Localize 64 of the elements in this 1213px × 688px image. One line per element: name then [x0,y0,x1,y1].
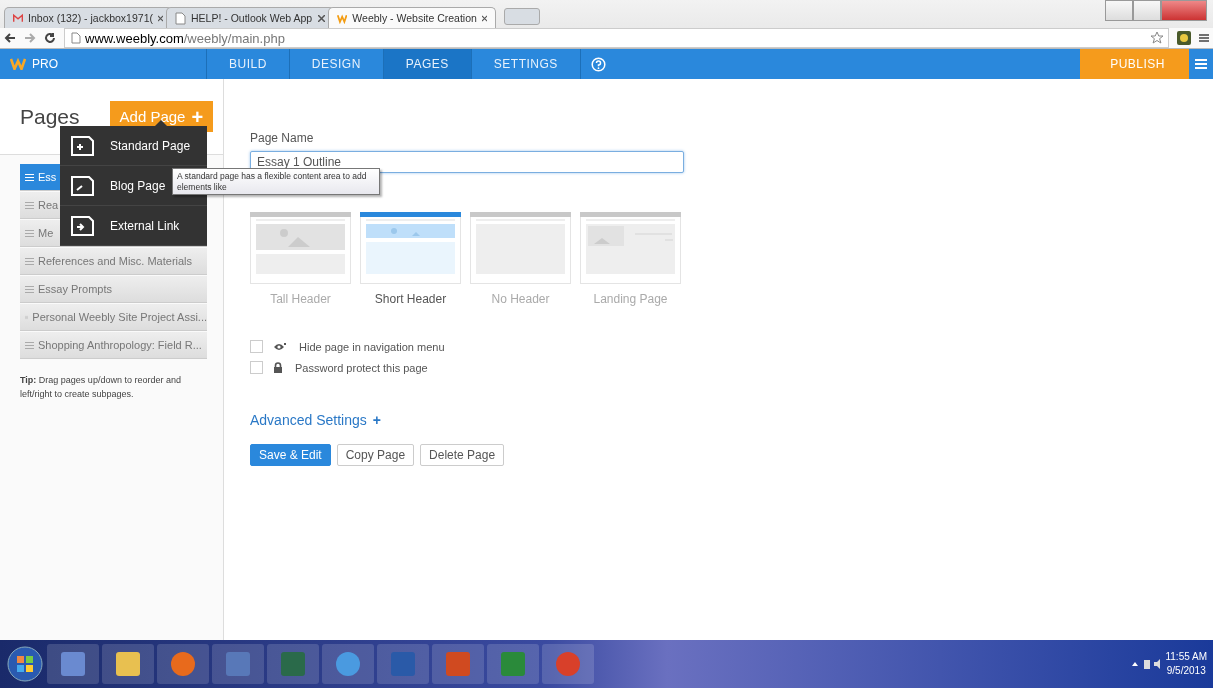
save-edit-button[interactable]: Save & Edit [250,444,331,466]
standard-page-icon [70,134,96,157]
w-logo-icon[interactable] [10,58,26,70]
layout-thumbnail[interactable] [580,212,681,284]
close-icon[interactable] [481,14,487,22]
url-text: www.weebly.com/weebly/main.php [85,30,285,46]
tray-icon[interactable] [1132,658,1163,670]
eye-icon [273,341,287,352]
layout-label: Landing Page [593,292,668,306]
layout-thumbnail[interactable] [360,212,461,284]
close-icon[interactable] [318,14,325,22]
menu-icon[interactable] [1199,33,1209,43]
sidebar-title: Pages [20,104,80,129]
minimize-button[interactable] [1105,0,1133,21]
address-bar[interactable]: www.weebly.com/weebly/main.php [64,28,1169,48]
clock-date: 9/5/2013 [1165,664,1207,678]
checkbox[interactable] [250,340,263,353]
plan-label: PRO [32,57,58,71]
app-icon[interactable] [60,651,86,677]
page-action-button[interactable]: Delete Page [420,444,505,466]
app-icon[interactable] [335,651,361,677]
maximize-button[interactable] [1133,0,1161,21]
field-label: Page Name [250,131,315,145]
blog-page-icon [70,174,96,197]
menu-item[interactable]: External Link [60,206,207,246]
layout-thumbnail[interactable] [250,212,351,284]
help-icon[interactable] [590,56,606,72]
link-page-icon [70,214,96,237]
layout-label: No Header [491,292,550,306]
close-icon[interactable] [157,14,163,22]
layout-label: Tall Header [270,292,331,306]
start-button[interactable] [6,645,44,683]
page-name-field[interactable]: Essay 1 Outline [250,151,684,173]
page-item[interactable]: Shopping Anthropology: Field R... [20,332,207,359]
option-label: Password protect this page [295,361,428,374]
w-logo-icon [337,12,348,24]
checkbox[interactable] [250,361,263,374]
menu-item[interactable]: Standard Page [60,126,207,166]
nav-tab[interactable]: PAGES [382,49,471,79]
app-icon[interactable] [170,651,196,677]
close-button[interactable] [1161,0,1207,21]
extension-icon[interactable] [1177,31,1191,45]
page-item[interactable]: References and Misc. Materials [20,248,207,275]
page-action-button[interactable]: Copy Page [336,444,415,466]
forward-icon[interactable] [24,32,36,44]
page-item[interactable]: Personal Weebly Site Project Assi... [20,304,207,331]
app-icon[interactable] [115,651,141,677]
option-label: Hide page in navigation menu [299,340,445,353]
new-tab-button[interactable] [504,8,540,25]
tip-text: Tip: Drag pages up/down to reorder and left/right to create subpages. [20,374,182,402]
lock-icon [273,362,283,373]
layout-thumbnail[interactable] [470,212,571,284]
star-icon[interactable] [1150,31,1164,45]
tooltip: A standard page has a flexible content area to add elements like [172,168,380,196]
back-icon[interactable] [4,32,16,44]
mail-icon [13,12,24,24]
page-item[interactable]: Essay Prompts [20,276,207,303]
page-icon [175,11,186,25]
page-icon [71,32,81,44]
browser-tab[interactable]: Weebly - Website Creation [328,7,496,28]
reload-icon[interactable] [44,32,56,44]
layout-label: Short Header [374,292,447,306]
advanced-settings-link[interactable]: Advanced Settings + [250,412,1213,428]
clock-time: 11:55 AM [1165,650,1207,664]
